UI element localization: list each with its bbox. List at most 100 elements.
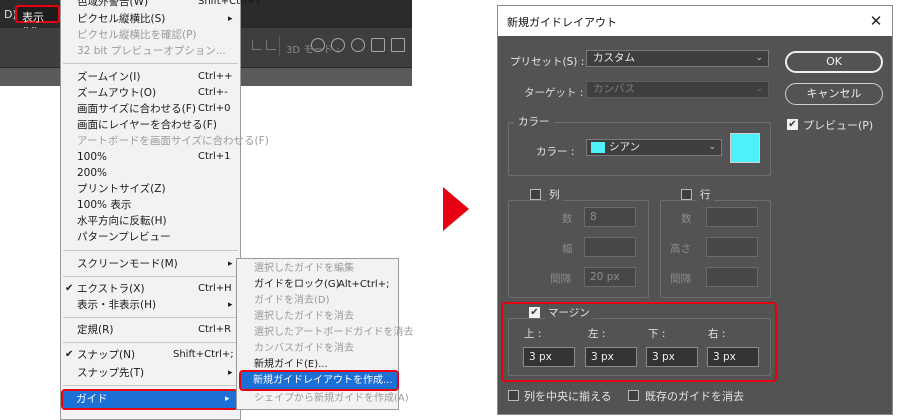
menu-item-label: 選択したガイドを編集 [254, 263, 354, 274]
menu-item-label: 100% 表示 [77, 199, 132, 211]
preset-value: カスタム [593, 52, 635, 64]
menu-item-label: 32 bit プレビューオプション... [77, 45, 226, 57]
menu-item-label: ズームアウト(O) [77, 87, 157, 99]
menu-item-label: 選択したガイドを消去 [254, 311, 354, 322]
columns-gutter-label: 間隔 [550, 273, 571, 285]
chevron-down-icon: ⌄ [755, 53, 763, 63]
target-select[interactable]: カンバス ⌄ [586, 81, 769, 98]
menu-divider [63, 276, 238, 277]
3d-slide-icon[interactable] [371, 38, 385, 52]
menu-item-fit-layer[interactable]: 画面にレイヤーを合わせる(F) [61, 117, 240, 133]
menu-item-label: 新規ガイドレイアウトを作成... [253, 375, 393, 386]
submenu-arrow-icon: ▸ [228, 300, 233, 310]
menu-item-label: プリントサイズ(Z) [77, 183, 166, 195]
submenu-arrow-icon: ▸ [228, 259, 233, 269]
menu-item-pixel-aspect-correction[interactable]: ピクセル縦横比を確認(P) [61, 27, 240, 43]
distribute-icon[interactable] [266, 40, 276, 50]
menu-item-fit-artboard[interactable]: アートボードを画面サイズに合わせる(F) [61, 133, 269, 149]
cancel-button[interactable]: キャンセル [785, 83, 883, 105]
menu-item-zoom-in[interactable]: ズームイン(I) Ctrl++ [61, 69, 240, 85]
sub-item-clear-artboard-guides[interactable]: 選択したアートボードガイドを消去 [237, 325, 413, 341]
menu-item-gamut-warning[interactable]: 色域外警告(W) Shift+Ctrl+Y [61, 0, 261, 10]
menu-item-label: 定規(R) [77, 324, 114, 336]
center-columns-checkbox[interactable] [508, 390, 519, 401]
menu-item-show-hide[interactable]: 表示・非表示(H) ▸ [61, 297, 240, 313]
clear-existing-label: 既存のガイドを消去 [645, 390, 744, 403]
preset-label: プリセット(S) : [510, 56, 585, 68]
rows-label: 行 [697, 187, 714, 202]
sub-item-new-guide[interactable]: 新規ガイド(E)... [237, 357, 398, 373]
menu-item-32bit-preview[interactable]: 32 bit プレビューオプション... [61, 43, 240, 59]
color-select[interactable]: シアン ⌄ [586, 139, 722, 156]
rows-gutter-field[interactable] [706, 267, 758, 287]
menu-item-label: ピクセル縦横比を確認(P) [77, 29, 197, 41]
columns-width-field[interactable] [584, 237, 636, 257]
color-swatch[interactable] [730, 133, 760, 163]
menu-divider [63, 63, 238, 64]
menu-item-label: 新規ガイド(E)... [254, 359, 328, 370]
menu-item-label: カンバスガイドを消去 [254, 343, 354, 354]
color-swatch-small [591, 142, 605, 153]
dialog-title: 新規ガイドレイアウト [507, 16, 617, 29]
menu-item-label: ガイド [76, 393, 108, 405]
clear-existing-checkbox[interactable] [628, 390, 639, 401]
rows-number-field[interactable] [706, 207, 758, 227]
menu-item-label: アートボードを画面サイズに合わせる(F) [77, 135, 269, 147]
menu-item-guides[interactable]: ガイド ▸ [61, 389, 238, 410]
menu-item-snap-to[interactable]: スナップ先(T) ▸ [61, 365, 240, 381]
menu-item-extras[interactable]: ✔ エクストラ(X) Ctrl+H [61, 281, 240, 297]
columns-checkbox[interactable] [530, 189, 541, 200]
menu-item-label: 200% [77, 167, 108, 179]
checkmark-icon: ✔ [65, 349, 74, 360]
3d-camera-icon[interactable] [391, 38, 405, 52]
sub-item-clear-canvas-guides[interactable]: カンバスガイドを消去 [237, 341, 398, 357]
menu-divider [63, 317, 238, 318]
menu-item-flip-horizontal[interactable]: 水平方向に反転(H) [61, 213, 240, 229]
preset-select[interactable]: カスタム ⌄ [586, 50, 769, 67]
menu-item-pixel-aspect[interactable]: ピクセル縦横比(S) ▸ [61, 11, 240, 27]
sub-item-clear-guides[interactable]: ガイドを消去(D) [237, 293, 398, 309]
rows-number-label: 数 [681, 213, 692, 225]
close-icon[interactable]: ✕ [866, 11, 886, 31]
3d-pan-icon[interactable] [351, 38, 365, 52]
menu-item-200-percent[interactable]: 200% [61, 165, 240, 181]
checkmark-icon: ✔ [65, 283, 74, 294]
view-menu-dropdown: 色域外警告(W) Shift+Ctrl+Y ピクセル縦横比(S) ▸ ピクセル縦… [60, 0, 269, 420]
sub-item-lock-guides[interactable]: ガイドをロック(G) Alt+Ctrl+; [237, 277, 398, 293]
columns-width-label: 幅 [562, 243, 573, 255]
menu-item-print-size[interactable]: プリントサイズ(Z) [61, 181, 240, 197]
menu-view[interactable]: 表示(V) [15, 5, 60, 38]
rows-height-field[interactable] [706, 237, 758, 257]
columns-gutter-field[interactable]: 20 px [584, 267, 636, 287]
menu-item-snap[interactable]: ✔ スナップ(N) Shift+Ctrl+; [61, 347, 240, 363]
3d-orbit-icon[interactable] [311, 38, 325, 52]
menu-item-rulers[interactable]: 定規(R) Ctrl+R [61, 322, 240, 338]
align-icon[interactable] [252, 40, 262, 50]
rows-checkbox[interactable] [681, 189, 692, 200]
menu-item-label: 100% [77, 151, 108, 163]
menu-item-shortcut: Ctrl++ [198, 71, 233, 82]
sub-item-edit-selected-guides[interactable]: 選択したガイドを編集 [237, 261, 398, 277]
menu-item-pattern-preview[interactable]: パターンプレビュー [61, 229, 240, 245]
color-label: カラー : [536, 146, 575, 158]
menu-item-label: 水平方向に反転(H) [77, 215, 167, 227]
sub-item-new-guides-from-shape[interactable]: シェイプから新規ガイドを作成(A) [237, 391, 409, 407]
menu-item-100-view[interactable]: 100% 表示 [61, 197, 240, 213]
submenu-arrow-icon: ▸ [225, 394, 230, 404]
color-value: シアン [609, 141, 641, 153]
3d-roll-icon[interactable] [331, 38, 345, 52]
sub-item-new-guide-layout[interactable]: 新規ガイドレイアウトを作成... [239, 370, 399, 391]
menu-item-label: エクストラ(X) [77, 283, 145, 295]
chevron-down-icon: ⌄ [708, 142, 716, 152]
ok-button[interactable]: OK [785, 51, 883, 73]
sub-item-clear-selected-guides[interactable]: 選択したガイドを消去 [237, 309, 398, 325]
menu-item-zoom-out[interactable]: ズームアウト(O) Ctrl+- [61, 85, 240, 101]
target-label: ターゲット : [524, 87, 584, 99]
menu-item-shortcut: Ctrl+0 [198, 103, 231, 114]
menu-item-label: パターンプレビュー [77, 231, 171, 243]
menu-item-100-percent[interactable]: 100% Ctrl+1 [61, 149, 240, 165]
menu-item-fit-screen[interactable]: 画面サイズに合わせる(F) Ctrl+0 [61, 101, 240, 117]
preview-checkbox[interactable]: ✔ [787, 119, 798, 130]
menu-item-screen-mode[interactable]: スクリーンモード(M) ▸ [61, 256, 240, 272]
columns-number-field[interactable]: 8 [584, 207, 636, 227]
